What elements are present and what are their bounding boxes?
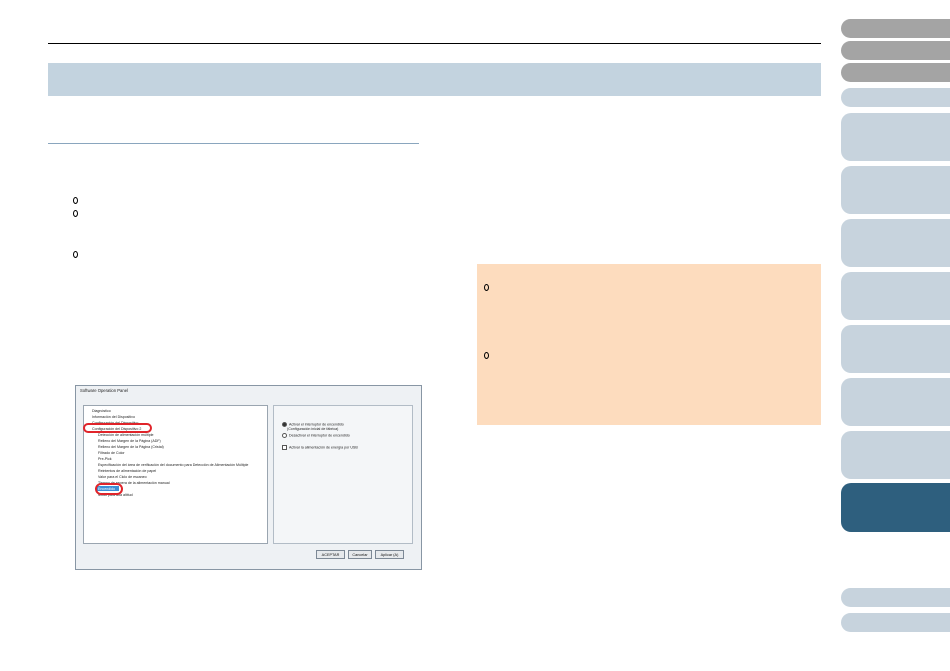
bullet-icon [73, 251, 78, 258]
nav-tab[interactable] [841, 113, 950, 161]
bullet-icon [484, 284, 489, 291]
radio-icon [282, 433, 287, 438]
tree-item[interactable]: Información del Dispositivo [92, 415, 135, 419]
software-operation-panel-screenshot: Software Operation Panel Diagnóstico Inf… [75, 385, 422, 570]
apply-button[interactable]: Aplicar (A) [375, 550, 404, 559]
radio-option[interactable]: Desactivar el interruptor de encendido [282, 433, 350, 438]
option-note: (Configuración inicial de fábrica) [287, 427, 339, 431]
nav-tab[interactable] [841, 219, 950, 267]
nav-tab[interactable] [841, 431, 950, 479]
subsection-rule [48, 143, 419, 144]
option-label: Desactivar el interruptor de encendido [289, 433, 350, 438]
tree-item[interactable]: Especificación del área de verificación … [98, 463, 248, 467]
tree-item[interactable]: Valor para el Ciclo de escaneo [98, 475, 147, 479]
hint-box [477, 264, 821, 425]
settings-tree: Diagnóstico Información del Dispositivo … [83, 405, 268, 544]
option-label: Activar el interruptor de encendido [289, 422, 344, 427]
tree-item[interactable]: Filtrado de Color [98, 451, 125, 455]
nav-tab[interactable] [841, 588, 950, 607]
window-title: Software Operation Panel [80, 388, 128, 393]
option-label: Activar la alimentación de energía por U… [289, 445, 358, 450]
header-rule [48, 43, 821, 44]
section-title-banner [48, 63, 821, 96]
nav-tab[interactable] [841, 19, 950, 38]
tree-item[interactable]: Diagnóstico [92, 409, 111, 413]
checkbox-option[interactable]: Activar la alimentación de energía por U… [282, 445, 358, 450]
bullet-icon [73, 197, 78, 204]
nav-tab[interactable] [841, 272, 950, 320]
cancel-button[interactable]: Cancelar [348, 550, 372, 559]
bullet-icon [73, 210, 78, 217]
tree-item[interactable]: Reintentos de alimentación de papel [98, 469, 156, 473]
tree-item[interactable]: Relleno del Margen de la Página (ADF) [98, 439, 161, 443]
options-panel: Activar el interruptor de encendido (Con… [273, 405, 413, 544]
checkbox-icon [282, 445, 287, 450]
nav-tab[interactable] [841, 88, 950, 107]
ok-button[interactable]: ACEPTAR [316, 550, 345, 559]
tree-item[interactable]: Detección de alimentación múltiple [98, 433, 154, 437]
tree-item[interactable]: Relleno del Margen de la Página (Cristal… [98, 445, 164, 449]
nav-tab[interactable] [841, 325, 950, 373]
nav-tab[interactable] [841, 63, 950, 82]
nav-tab[interactable] [841, 41, 950, 60]
bullet-icon [484, 352, 489, 359]
red-highlight-oval [95, 483, 123, 495]
tree-item[interactable]: Pre-Pick [98, 457, 112, 461]
nav-tab-active[interactable] [841, 483, 950, 532]
red-highlight-oval [83, 423, 152, 433]
nav-tab[interactable] [841, 613, 950, 632]
nav-tab[interactable] [841, 378, 950, 426]
nav-tab[interactable] [841, 166, 950, 214]
